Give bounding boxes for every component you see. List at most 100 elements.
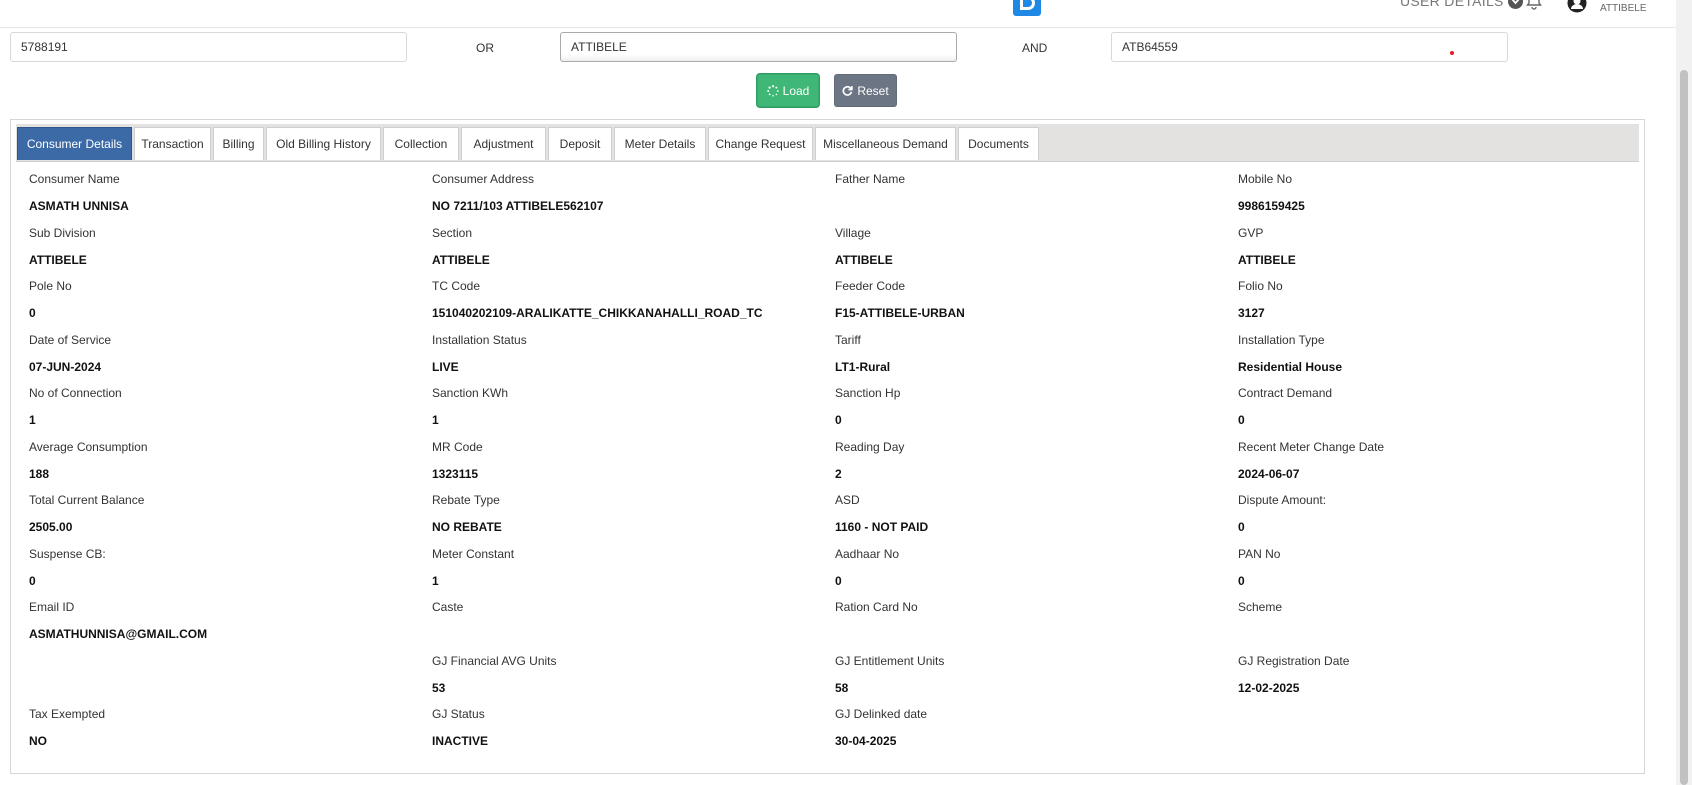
detail-value <box>1238 627 1282 641</box>
detail-value: 1160 - NOT PAID <box>835 520 929 534</box>
location-select[interactable]: ATTIBELE <box>560 32 957 62</box>
detail-label: Suspense CB: <box>29 547 106 561</box>
detail-value: 07-JUN-2024 <box>29 360 102 374</box>
or-label: OR <box>476 41 494 55</box>
detail-mr-code: MR Code 1323115 <box>432 440 483 481</box>
detail-value: 0 <box>29 306 36 320</box>
detail-consumer-name: Consumer Name ASMATH UNNISA <box>29 172 129 213</box>
tab-transaction[interactable]: Transaction <box>134 127 211 160</box>
tab-old-billing-history[interactable]: Old Billing History <box>266 127 381 160</box>
detail-installation-status: Installation Status LIVE <box>432 333 527 374</box>
detail-value: 0 <box>1238 520 1245 534</box>
chevron-down-icon <box>1507 0 1523 9</box>
account-id-input[interactable]: ATB64559 <box>1111 32 1508 62</box>
user-avatar-icon[interactable] <box>1566 0 1588 13</box>
detail-value: 0 <box>835 413 842 427</box>
detail-label: GVP <box>1238 226 1264 240</box>
detail-value: 2 <box>835 467 842 481</box>
tab-collection[interactable]: Collection <box>383 127 459 160</box>
detail-label: Consumer Name <box>29 172 120 186</box>
detail-label: Reading Day <box>835 440 905 454</box>
notification-bell-icon[interactable] <box>1526 0 1542 10</box>
consumer-id-input[interactable]: 5788191 <box>10 32 407 62</box>
detail-value: 151040202109-ARALIKATTE_CHIKKANAHALLI_RO… <box>432 306 763 320</box>
detail-value: F15-ATTIBELE-URBAN <box>835 306 965 320</box>
detail-date-of-service: Date of Service 07-JUN-2024 <box>29 333 111 374</box>
tab-miscellaneous-demand[interactable]: Miscellaneous Demand <box>815 127 956 160</box>
detail-value <box>432 627 463 641</box>
detail-ration-card-no: Ration Card No <box>835 600 918 641</box>
detail-recent-meter-change-date: Recent Meter Change Date 2024-06-07 <box>1238 440 1384 481</box>
detail-label: Total Current Balance <box>29 493 145 507</box>
detail-rebate-type: Rebate Type NO REBATE <box>432 493 502 534</box>
detail-label: Ration Card No <box>835 600 918 614</box>
user-details-menu[interactable]: USER DETAILS <box>1400 0 1523 9</box>
scrollbar-thumb[interactable] <box>1680 70 1688 785</box>
detail-value: 1323115 <box>432 467 479 481</box>
detail-label: Scheme <box>1238 600 1283 614</box>
detail-label: Feeder Code <box>835 279 906 293</box>
detail-value: 2505.00 <box>29 520 73 534</box>
detail-email-id: Email ID ASMATHUNNISA@GMAIL.COM <box>29 600 207 641</box>
detail-pole-no: Pole No 0 <box>29 279 72 320</box>
detail-dispute-amount: Dispute Amount: 0 <box>1238 493 1326 534</box>
detail-tax-exempted: Tax Exempted NO <box>29 707 105 748</box>
detail-mobile-no: Mobile No 9986159425 <box>1238 172 1305 213</box>
detail-average-consumption: Average Consumption 188 <box>29 440 148 481</box>
detail-value <box>835 627 918 641</box>
detail-no-of-connection: No of Connection 1 <box>29 386 122 427</box>
detail-value: ATTIBELE <box>835 253 893 267</box>
detail-installation-type: Installation Type Residential House <box>1238 333 1342 374</box>
tab-adjustment[interactable]: Adjustment <box>461 127 546 160</box>
load-button[interactable]: Load <box>757 74 819 107</box>
detail-label: Mobile No <box>1238 172 1293 186</box>
detail-value: 9986159425 <box>1238 199 1305 213</box>
detail-value: 0 <box>1238 413 1245 427</box>
refresh-icon <box>842 85 854 96</box>
detail-scheme: Scheme <box>1238 600 1282 641</box>
tab-change-request[interactable]: Change Request <box>708 127 813 160</box>
detail-label: PAN No <box>1238 547 1281 561</box>
detail-value: ATTIBELE <box>29 253 87 267</box>
detail-value: 3127 <box>1238 306 1265 320</box>
detail-label: Date of Service <box>29 333 112 347</box>
detail-label: Rebate Type <box>432 493 500 507</box>
detail-sanction-hp: Sanction Hp 0 <box>835 386 900 427</box>
reset-button[interactable]: Reset <box>834 74 897 107</box>
detail-gj-entitlement-units: GJ Entitlement Units 58 <box>835 654 944 695</box>
tab-documents[interactable]: Documents <box>958 127 1039 160</box>
detail-label: Contract Demand <box>1238 386 1333 400</box>
detail-label: Father Name <box>835 172 906 186</box>
detail-label: Sanction Hp <box>835 386 901 400</box>
page-scrollbar[interactable] <box>1676 0 1692 785</box>
detail-reading-day: Reading Day 2 <box>835 440 904 481</box>
detail-feeder-code: Feeder Code F15-ATTIBELE-URBAN <box>835 279 965 320</box>
detail-label: No of Connection <box>29 386 122 400</box>
detail-label: Caste <box>432 600 464 614</box>
tab-bar: Consumer Details Transaction Billing Old… <box>16 124 1639 162</box>
and-label: AND <box>1022 41 1048 55</box>
detail-label: Email ID <box>29 600 75 614</box>
detail-folio-no: Folio No 3127 <box>1238 279 1283 320</box>
tab-meter-details[interactable]: Meter Details <box>614 127 706 160</box>
detail-label: Installation Status <box>432 333 527 347</box>
tab-billing[interactable]: Billing <box>213 127 264 160</box>
tab-consumer-details[interactable]: Consumer Details <box>17 127 132 160</box>
detail-value: 58 <box>835 681 849 695</box>
detail-label: Sub Division <box>29 226 96 240</box>
detail-value: ASMATHUNNISA@GMAIL.COM <box>29 627 208 641</box>
detail-value: ATTIBELE <box>432 253 490 267</box>
user-location: ATTIBELE <box>1600 3 1647 14</box>
detail-label: Meter Constant <box>432 547 515 561</box>
tab-deposit[interactable]: Deposit <box>548 127 612 160</box>
detail-contract-demand: Contract Demand 0 <box>1238 386 1332 427</box>
reset-button-label: Reset <box>857 83 889 98</box>
detail-label: Pole No <box>29 279 72 293</box>
detail-label: Installation Type <box>1238 333 1325 347</box>
detail-value: ATTIBELE <box>1238 253 1296 267</box>
detail-father-name: Father Name <box>835 172 905 213</box>
detail-value: INACTIVE <box>432 734 489 748</box>
detail-label: Sanction KWh <box>432 386 509 400</box>
detail-tariff: Tariff LT1-Rural <box>835 333 890 374</box>
detail-value: NO REBATE <box>432 520 502 534</box>
